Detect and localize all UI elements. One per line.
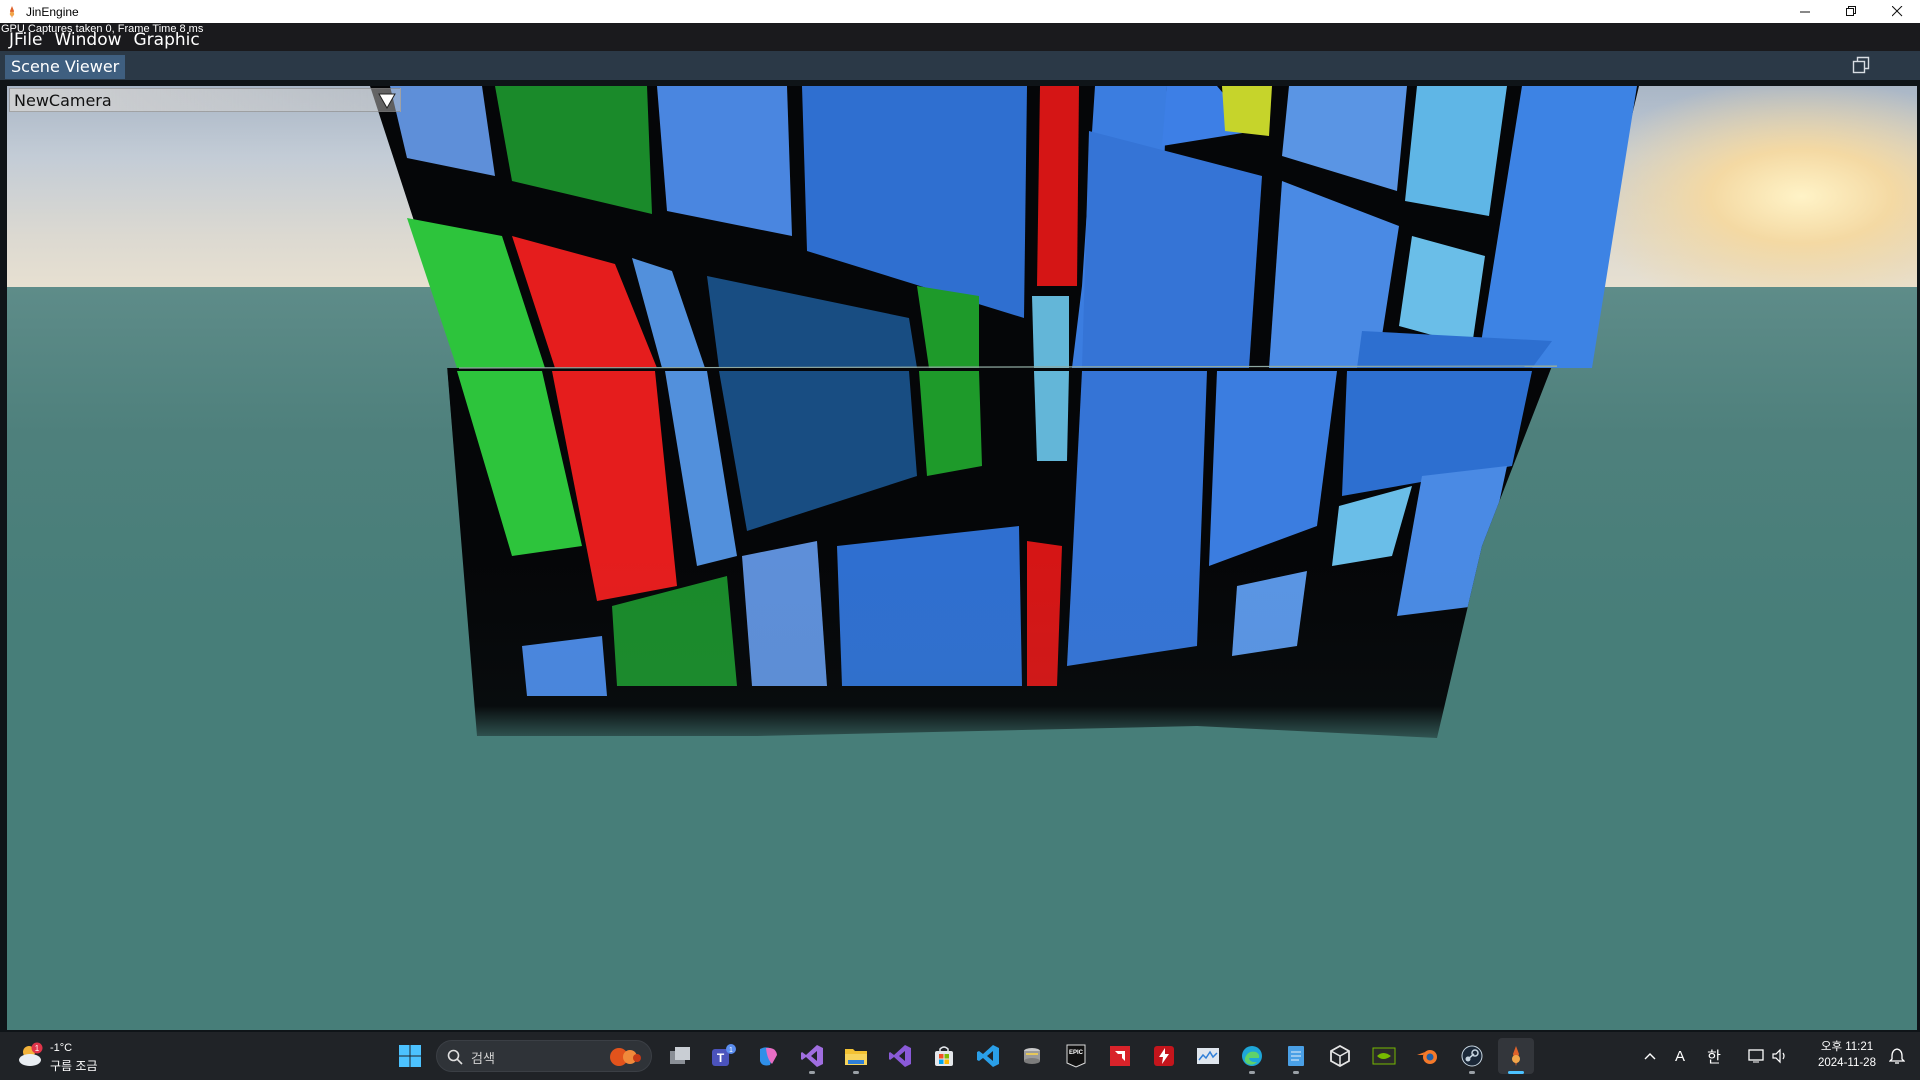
tray-overflow-button[interactable] <box>1638 1032 1662 1080</box>
network-monitor-icon <box>1748 1049 1764 1063</box>
visual-studio-app-1[interactable] <box>794 1038 830 1074</box>
reflection-fade <box>407 556 1557 756</box>
visual-studio-icon <box>801 1045 823 1067</box>
restore-window-icon <box>1845 6 1856 16</box>
blender-icon <box>1417 1050 1437 1064</box>
os-taskbar: 1 -1°C 구름 조금 검색 T 1 EPIC A 한 오후 11:21 20… <box>0 1032 1920 1080</box>
weather-badge-count: 1 <box>35 1044 40 1053</box>
visual-studio-app-2[interactable] <box>882 1038 918 1074</box>
edge-icon <box>1242 1046 1262 1066</box>
amd-software-app[interactable] <box>1102 1038 1138 1074</box>
lightning-icon <box>1154 1046 1174 1066</box>
cloud-sun-icon: 1 <box>19 1042 43 1066</box>
steam-app[interactable] <box>1454 1038 1490 1074</box>
steam-icon <box>1461 1045 1483 1067</box>
volume-control[interactable] <box>1770 1032 1792 1080</box>
notifications-button[interactable] <box>1886 1032 1908 1080</box>
performance-monitor-icon <box>1197 1048 1219 1064</box>
scene-viewer-panel: Scene Viewer NewCamera <box>0 51 1920 1032</box>
running-indicator <box>1249 1071 1255 1074</box>
close-button[interactable] <box>1874 0 1920 23</box>
nvidia-app[interactable] <box>1366 1038 1402 1074</box>
clock-date: 2024-11-28 <box>1818 1057 1876 1069</box>
copilot-icon <box>760 1047 777 1066</box>
ime-mode-alpha[interactable]: A <box>1668 1032 1692 1080</box>
camera-select-value: NewCamera <box>14 91 112 110</box>
bell-icon <box>1889 1048 1905 1064</box>
amd-icon <box>1110 1046 1130 1066</box>
svg-text:EPIC: EPIC <box>1069 1050 1084 1056</box>
chevron-up-icon <box>1644 1053 1656 1060</box>
window-titlebar: JinEngine <box>0 0 1920 23</box>
network-status[interactable] <box>1746 1032 1768 1080</box>
gpu-stats-overlay: GPU Captures taken 0, Frame Time 8 ms <box>1 23 204 35</box>
jinengine-taskbar-icon <box>1512 1046 1520 1066</box>
tab-scene-viewer[interactable]: Scene Viewer <box>5 55 126 79</box>
notepad-app[interactable] <box>1278 1038 1314 1074</box>
start-button[interactable] <box>392 1038 428 1074</box>
dropdown-arrow-icon[interactable] <box>378 92 396 110</box>
taskbar-clock[interactable]: 오후 11:21 2024-11-28 <box>1812 1039 1882 1071</box>
teams-badge-count: 1 <box>729 1047 733 1054</box>
unity-cube-icon <box>1330 1045 1350 1067</box>
running-indicator-active <box>1508 1071 1524 1074</box>
close-icon <box>1891 6 1902 17</box>
clock-time: 오후 11:21 <box>1820 1041 1874 1053</box>
visual-studio-icon <box>889 1045 911 1067</box>
folder-icon <box>845 1049 867 1065</box>
taskbar-apps: 검색 T 1 EPIC <box>392 1038 1542 1074</box>
flash-app[interactable] <box>1146 1038 1182 1074</box>
unity-hub-app[interactable] <box>1322 1038 1358 1074</box>
running-indicator <box>853 1071 859 1074</box>
search-highlight-icon <box>610 1048 641 1066</box>
vscode-icon <box>977 1045 999 1067</box>
running-indicator <box>809 1071 815 1074</box>
store-bag-icon <box>935 1046 953 1066</box>
edge-browser-app[interactable] <box>1234 1038 1270 1074</box>
db-tool-app[interactable] <box>1014 1038 1050 1074</box>
svg-text:T: T <box>717 1051 725 1065</box>
epic-games-icon: EPIC <box>1066 1044 1086 1068</box>
blender-app[interactable] <box>1410 1038 1446 1074</box>
jinengine-app-icon <box>9 5 15 18</box>
file-explorer-app[interactable] <box>838 1038 874 1074</box>
minimize-button[interactable] <box>1782 0 1828 23</box>
stained-glass-wall <box>370 86 1639 756</box>
restore-button[interactable] <box>1828 0 1874 23</box>
nvidia-icon <box>1372 1047 1396 1065</box>
stained-glass-upper <box>370 86 1639 368</box>
window-title: JinEngine <box>26 4 79 19</box>
ms-store-app[interactable] <box>926 1038 962 1074</box>
weather-desc: 구름 조금 <box>50 1059 98 1073</box>
search-icon <box>447 1049 463 1065</box>
camera-select-dropdown[interactable]: NewCamera <box>9 88 401 112</box>
monitor-app[interactable] <box>1190 1038 1226 1074</box>
panel-tab-bar: Scene Viewer <box>0 51 1920 80</box>
teams-app[interactable]: T 1 <box>706 1038 742 1074</box>
epic-games-app[interactable]: EPIC <box>1058 1038 1094 1074</box>
weather-temp: -1°C <box>50 1042 73 1054</box>
vscode-app[interactable] <box>970 1038 1006 1074</box>
menu-bar: GPU Captures taken 0, Frame Time 8 ms JF… <box>0 23 1920 51</box>
minimize-icon <box>1799 11 1810 13</box>
search-placeholder: 검색 <box>471 1051 495 1066</box>
weather-widget[interactable]: 1 -1°C 구름 조금 <box>16 1039 126 1073</box>
database-stack-icon <box>1024 1048 1040 1064</box>
dock-restore-icon[interactable] <box>1852 56 1870 74</box>
jinengine-app[interactable] <box>1498 1038 1534 1074</box>
task-view-icon <box>670 1047 690 1064</box>
running-indicator <box>1469 1071 1475 1074</box>
copilot-app[interactable] <box>750 1038 786 1074</box>
notepad-icon <box>1288 1046 1304 1066</box>
scene-viewport[interactable]: NewCamera <box>7 86 1917 1030</box>
running-indicator <box>1293 1071 1299 1074</box>
speaker-icon <box>1772 1048 1785 1064</box>
task-view-button[interactable] <box>662 1038 698 1074</box>
taskbar-search[interactable]: 검색 <box>436 1040 652 1072</box>
teams-icon: T 1 <box>712 1044 736 1066</box>
windows-logo-icon <box>399 1045 421 1067</box>
ime-mode-korean[interactable]: 한 <box>1700 1032 1728 1080</box>
